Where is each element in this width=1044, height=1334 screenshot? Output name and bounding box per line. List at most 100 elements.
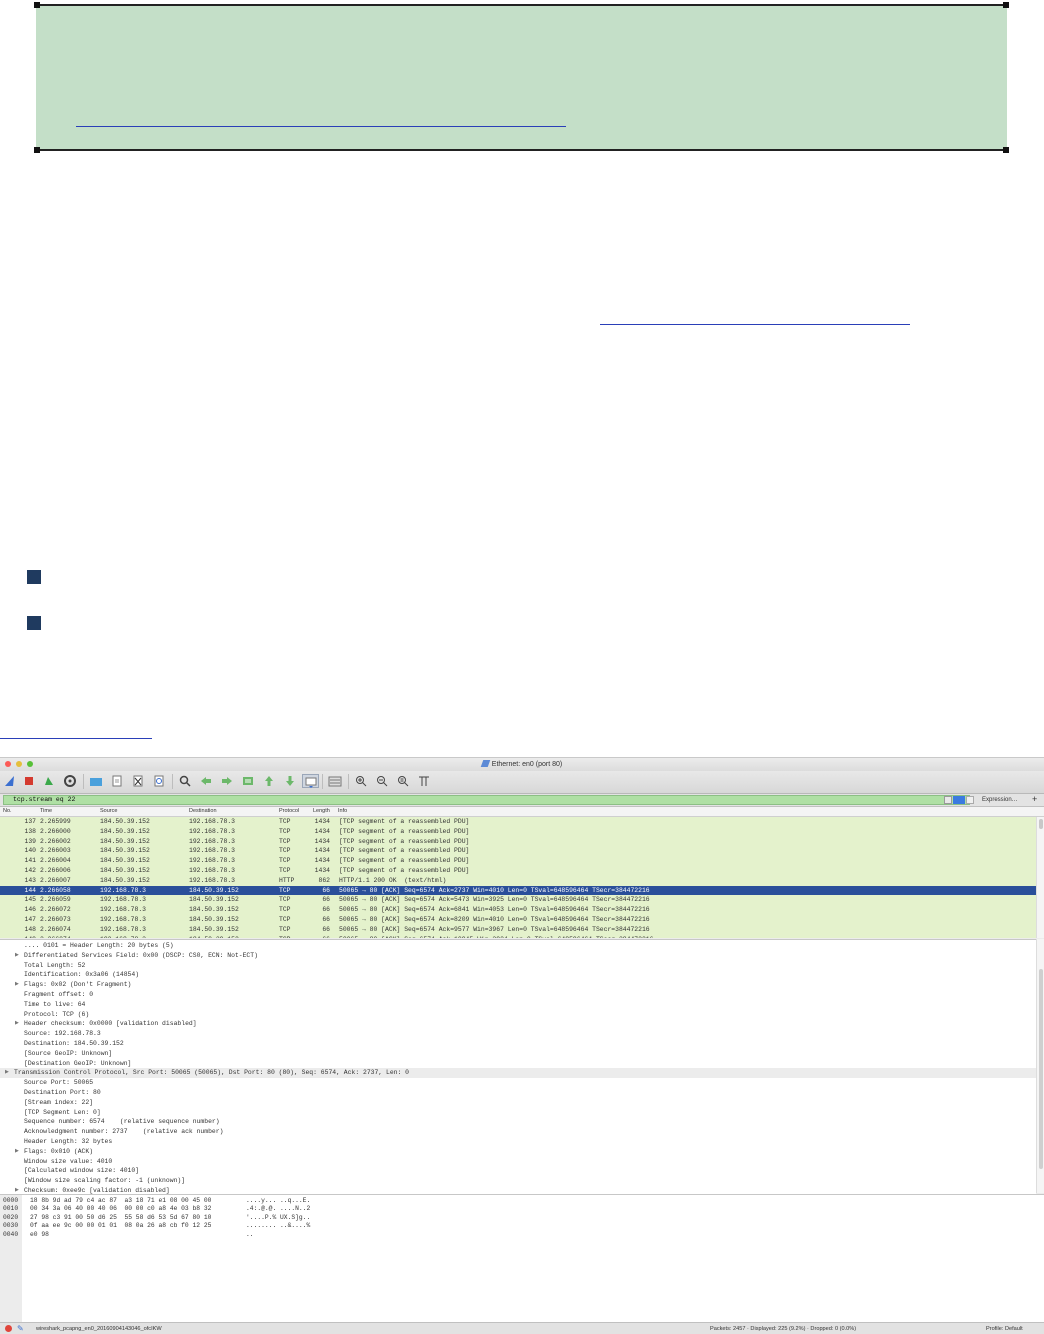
packet-row[interactable]: 140 2.266003 184.50.39.152 192.168.78.3 TCP 1…	[0, 846, 1036, 857]
expand-arrow-icon[interactable]: ▶	[15, 980, 19, 990]
detail-line[interactable]: [TCP Segment Len: 0]	[0, 1108, 1036, 1118]
zoom-in-icon[interactable]	[354, 774, 368, 788]
packet-row[interactable]: 141 2.266004 184.50.39.152 192.168.78.3 TCP 1…	[0, 856, 1036, 867]
detail-line[interactable]: ▶ Transmission Control Protocol, Src Port…	[0, 1068, 1036, 1079]
close-file-icon[interactable]	[131, 774, 145, 788]
status-profile[interactable]: Profile: Default	[986, 1323, 1023, 1334]
note-link[interactable]	[76, 126, 566, 127]
first-packet-icon[interactable]	[262, 774, 276, 788]
edit-comment-icon[interactable]: ✎	[17, 1323, 24, 1334]
packet-row[interactable]: 145 2.266059 192.168.78.3 184.50.39.152 TCP 6…	[0, 895, 1036, 906]
packet-row[interactable]: 148 2.266074 192.168.78.3 184.50.39.152 TCP 6…	[0, 924, 1036, 935]
detail-line[interactable]: Source: 192.168.78.3	[0, 1029, 1036, 1039]
bytes-line[interactable]: 0020 27 98 c3 91 00 50 d6 25 55 58 d6 53 …	[0, 1214, 1036, 1222]
scrollbar-thumb[interactable]	[1039, 819, 1043, 829]
detail-line[interactable]: Total Length: 52	[0, 961, 1036, 971]
packet-row[interactable]: 139 2.266002 184.50.39.152 192.168.78.3 TCP 1…	[0, 836, 1036, 847]
packet-list-header: No. Time Source Destination Protocol Len…	[0, 807, 1044, 817]
detail-line[interactable]: ▶ Differentiated Services Field: 0x00 (DS…	[0, 951, 1036, 961]
packet-row[interactable]: 147 2.266073 192.168.78.3 184.50.39.152 TCP 6…	[0, 915, 1036, 925]
last-packet-icon[interactable]	[283, 774, 297, 788]
detail-line[interactable]: Time to live: 64	[0, 1000, 1036, 1010]
resize-columns-icon[interactable]	[417, 774, 431, 788]
packet-list-scrollbar[interactable]	[1036, 817, 1044, 938]
body-link[interactable]	[600, 324, 910, 325]
detail-line[interactable]: Acknowledgment number: 2737 (relative ac…	[0, 1127, 1036, 1137]
detail-line[interactable]: .... 0101 = Header Length: 20 bytes (5)	[0, 941, 1036, 951]
detail-line[interactable]: [Window size scaling factor: -1 (unknown…	[0, 1176, 1036, 1186]
expand-arrow-icon[interactable]: ▶	[15, 1147, 19, 1157]
column-header-info[interactable]: Info	[338, 807, 347, 816]
bytes-line[interactable]: 0000 18 8b 9d ad 79 c4 ac 87 a3 18 71 e1 …	[0, 1197, 1036, 1205]
autoscroll-icon[interactable]	[302, 774, 319, 788]
detail-line[interactable]: [Stream index: 22]	[0, 1098, 1036, 1108]
clear-filter-icon[interactable]	[944, 796, 952, 804]
figure-link[interactable]	[0, 738, 152, 739]
expand-arrow-icon[interactable]: ▶	[15, 1019, 19, 1029]
detail-line[interactable]: Destination Port: 80	[0, 1088, 1036, 1098]
packet-row[interactable]: 137 2.265999 184.50.39.152 192.168.78.3 TCP 1…	[0, 817, 1036, 827]
detail-line[interactable]: Identification: 0x3a06 (14854)	[0, 970, 1036, 980]
detail-line[interactable]: ▶ Header checksum: 0x0000 [validation dis…	[0, 1019, 1036, 1029]
zoom-out-icon[interactable]	[375, 774, 389, 788]
detail-line[interactable]: Protocol: TCP (6)	[0, 1010, 1036, 1020]
file-icon[interactable]	[110, 774, 124, 788]
detail-line[interactable]: ▶ Flags: 0x02 (Don't Fragment)	[0, 980, 1036, 990]
column-header-length[interactable]: Length	[313, 807, 330, 816]
details-scrollbar[interactable]	[1036, 939, 1044, 1193]
restart-icon[interactable]	[42, 774, 56, 788]
detail-line[interactable]: Header Length: 32 bytes	[0, 1137, 1036, 1147]
expression-button[interactable]: Expression…	[982, 795, 1018, 805]
open-folder-icon[interactable]	[89, 774, 103, 788]
detail-line[interactable]: ▶ Flags: 0x010 (ACK)	[0, 1147, 1036, 1157]
detail-line[interactable]: ▶ Checksum: 0xee9c [validation disabled]	[0, 1186, 1036, 1194]
column-header-destination[interactable]: Destination	[189, 807, 217, 816]
detail-line[interactable]: Sequence number: 6574 (relative sequence…	[0, 1117, 1036, 1127]
display-filter-input[interactable]: tcp.stream eq 22	[3, 795, 970, 805]
apply-filter-icon[interactable]	[953, 796, 965, 804]
expand-arrow-icon[interactable]: ▶	[5, 1068, 9, 1078]
capture-status-icon[interactable]	[5, 1325, 12, 1332]
packet-row[interactable]: 144 2.266058 192.168.78.3 184.50.39.152 TCP 6…	[0, 885, 1036, 896]
column-header-time[interactable]: Time	[40, 807, 52, 816]
packet-row[interactable]: 142 2.266006 184.50.39.152 192.168.78.3 TCP 1…	[0, 866, 1036, 876]
find-icon[interactable]	[178, 774, 192, 788]
reload-icon[interactable]	[152, 774, 166, 788]
detail-line[interactable]: [Source GeoIP: Unknown]	[0, 1049, 1036, 1059]
bytes-line[interactable]: 0010 00 34 3a 06 40 00 40 06 00 00 c0 a8 …	[0, 1205, 1036, 1213]
column-header-source[interactable]: Source	[100, 807, 117, 816]
scrollbar-thumb[interactable]	[1039, 969, 1043, 1169]
detail-line[interactable]: [Destination GeoIP: Unknown]	[0, 1059, 1036, 1069]
add-filter-button[interactable]: +	[1032, 794, 1037, 805]
detail-text: Total Length: 52	[24, 961, 86, 969]
zoom-normal-icon[interactable]	[396, 774, 410, 788]
chevron-down-icon[interactable]	[966, 796, 974, 804]
colorize-icon[interactable]	[328, 774, 342, 788]
column-header-no[interactable]: No.	[3, 807, 12, 816]
expand-arrow-icon[interactable]: ▶	[15, 1186, 19, 1194]
packet-cell-proto: TCP	[279, 906, 291, 914]
detail-line[interactable]: Window size value: 4010	[0, 1157, 1036, 1167]
forward-arrow-icon[interactable]	[220, 774, 234, 788]
packet-cell-dst: 184.50.39.152	[189, 886, 239, 894]
bytes-line[interactable]: 0030 0f aa ee 9c 00 00 01 01 08 0a 26 a8 …	[0, 1222, 1036, 1230]
bytes-line[interactable]: 0040 e0 98..	[0, 1231, 1036, 1239]
packet-cell-len: 862	[318, 876, 330, 884]
packet-row[interactable]: 149 2.266074 192.168.78.3 184.50.39.152 TCP 6…	[0, 934, 1036, 938]
expand-arrow-icon[interactable]: ▶	[15, 951, 19, 961]
detail-line[interactable]: Destination: 184.50.39.152	[0, 1039, 1036, 1049]
shark-fin-icon[interactable]	[3, 774, 17, 788]
packet-row[interactable]: 138 2.266000 184.50.39.152 192.168.78.3 TCP 1…	[0, 826, 1036, 837]
go-to-packet-icon[interactable]	[241, 774, 255, 788]
packet-row[interactable]: 143 2.266007 184.50.39.152 192.168.78.3 HTTP…	[0, 875, 1036, 886]
detail-line[interactable]: [Calculated window size: 4010]	[0, 1166, 1036, 1176]
detail-line[interactable]: Fragment offset: 0	[0, 990, 1036, 1000]
back-arrow-icon[interactable]	[199, 774, 213, 788]
column-header-protocol[interactable]: Protocol	[279, 807, 299, 816]
detail-line[interactable]: Source Port: 50065	[0, 1078, 1036, 1088]
packet-cell-no: 143	[24, 876, 36, 884]
packet-row[interactable]: 146 2.266072 192.168.78.3 184.50.39.152 TCP 6…	[0, 905, 1036, 916]
detail-text: Fragment offset: 0	[24, 991, 94, 998]
options-gear-icon[interactable]	[63, 774, 77, 788]
stop-icon[interactable]	[22, 774, 36, 788]
